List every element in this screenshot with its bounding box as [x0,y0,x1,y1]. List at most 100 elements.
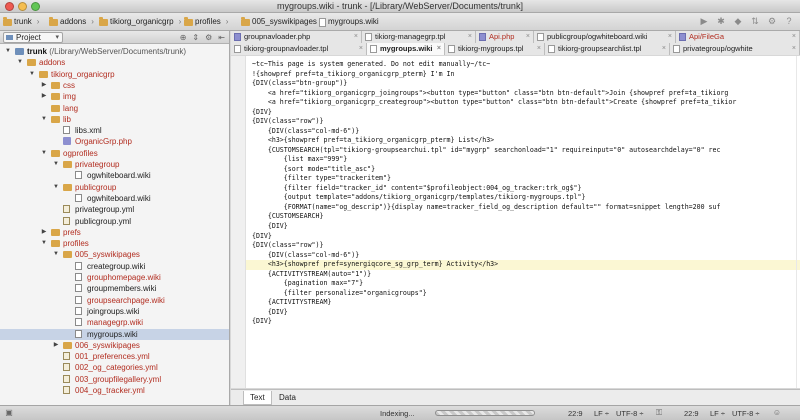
code-line[interactable]: {sort mode="title_asc"} [252,165,375,175]
close-tab-icon[interactable]: × [354,31,358,42]
code-line[interactable]: <a href="tikiorg_organicgrp_creategroup"… [252,98,736,108]
expanded-arrow-icon[interactable]: ▼ [4,46,12,57]
code-line[interactable]: {DIV(class="btn-group")} [252,79,347,89]
editor-tab[interactable]: mygroups.wiki × [367,43,445,55]
editor-tab[interactable]: Api.php × [476,31,534,43]
expanded-arrow-icon[interactable]: ▼ [52,159,60,170]
tree-item[interactable]: ▼ addons [0,57,229,68]
breadcrumb-item[interactable]: profiles › [184,16,228,28]
close-tab-icon[interactable]: × [792,31,796,42]
editor-tab[interactable]: tikiorg-mygroups.tpl × [445,43,545,55]
run-icon[interactable]: ▶ [699,16,709,26]
code-line[interactable]: {DIV(class="col-md-6")} [252,251,359,261]
cursor-position[interactable]: 22:9 [568,408,583,419]
code-editor[interactable]: ~tc~This page is system generated. Do no… [231,56,800,388]
tree-item[interactable]: 001_preferences.yml [0,351,229,362]
tree-item[interactable]: lang [0,103,229,114]
code-line[interactable]: {filter type="trackeritem"} [252,174,391,184]
close-tab-icon[interactable]: × [662,43,666,54]
code-line[interactable]: <h3>{showpref pref=ta_tikiorg_organicgrp… [252,136,494,146]
code-line[interactable]: {ACTIVITYSTREAM(auto="1")} [252,270,371,280]
code-line[interactable]: {DIV(class="col-md-6")} [252,127,359,137]
code-line[interactable]: <h3>{showpref pref=synergiqcore_sg_grp_t… [252,260,498,270]
editor-tab[interactable]: groupnavloader.php × [231,31,362,43]
tree-item[interactable]: managegrp.wiki [0,317,229,328]
editor-tab[interactable]: tikiorg-groupsearchlist.tpl × [545,43,670,55]
editor-gutter[interactable] [231,56,246,388]
close-tab-icon[interactable]: × [537,43,541,54]
close-tab-icon[interactable]: × [468,31,472,42]
collapsed-arrow-icon[interactable]: ▶ [52,340,60,351]
editor-tab[interactable]: Api/FileGa × [676,31,800,43]
close-tab-icon[interactable]: × [359,43,363,54]
code-line[interactable]: {DIV} [252,222,288,232]
tree-item[interactable]: 004_og_tracker.yml [0,385,229,396]
code-line[interactable]: {DIV} [252,108,272,118]
tree-item[interactable]: ogwhiteboard.wiki [0,193,229,204]
settings-icon[interactable]: ⚙ [767,16,777,26]
code-line[interactable]: {DIV} [252,232,272,242]
tree-item[interactable]: ▼ trunk (/Library/WebServer/Documents/tru… [0,46,229,57]
editor-tab[interactable]: publicgroup/ogwhiteboard.wiki × [534,31,676,43]
code-line[interactable]: {list max="999"} [252,155,348,165]
close-tab-icon[interactable]: × [668,31,672,42]
code-line[interactable]: !{showpref pref=ta_tikiorg_organicgrp_pt… [252,70,454,80]
line-separator[interactable]: LF ÷ [594,408,609,419]
code-line[interactable]: {DIV} [252,308,288,318]
view-tab-text[interactable]: Text [243,391,272,405]
tree-item[interactable]: ▼ tikiorg_organicgrp [0,69,229,80]
code-line[interactable]: {pagination max="7"} [252,279,363,289]
tree-item[interactable]: 003_groupfilegallery.yml [0,374,229,385]
close-tab-icon[interactable]: × [437,43,441,54]
code-line[interactable]: {FORMAT(name="og_descrip")}{display name… [252,203,721,213]
expanded-arrow-icon[interactable]: ▼ [16,57,24,68]
code-line[interactable]: {ACTIVITYSTREAM} [252,298,332,308]
sync-icon[interactable]: ⊕ [180,32,187,43]
expanded-arrow-icon[interactable]: ▼ [52,249,60,260]
editor-tab[interactable]: tikiorg-managegrp.tpl × [362,31,476,43]
code-line[interactable]: {DIV(class="row")} [252,117,323,127]
file-encoding[interactable]: UTF-8 ÷ [616,408,643,419]
help-icon[interactable]: ? [784,16,794,26]
collapsed-arrow-icon[interactable]: ▶ [40,227,48,238]
tree-item[interactable]: publicgroup.yml [0,216,229,227]
code-line[interactable]: {DIV(class="row")} [252,241,323,251]
tree-item[interactable]: groupmembers.wiki [0,283,229,294]
code-line[interactable]: {DIV} [252,317,272,327]
close-tab-icon[interactable]: × [792,43,796,54]
breadcrumb-item[interactable]: mygroups.wiki [319,16,379,28]
line-separator-secondary[interactable]: LF ÷ [710,408,725,419]
breadcrumb-item[interactable]: addons › [49,16,94,28]
collapse-all-icon[interactable]: ⇕ [192,32,199,43]
tree-item[interactable]: ▶ img [0,91,229,102]
tree-item[interactable]: joingroups.wiki [0,306,229,317]
cursor-position-secondary[interactable]: 22:9 [684,408,699,419]
code-line[interactable]: {filter personalize="organicgroups"} [252,289,427,299]
tool-windows-icon[interactable]: ▣ [4,408,14,418]
breadcrumb-item[interactable]: trunk › [3,16,39,28]
tree-item[interactable]: 002_og_categories.yml [0,362,229,373]
code-line[interactable]: {output template="addons/tikiorg_organic… [252,193,586,203]
code-line[interactable]: {filter field="tracker_id" content="$pro… [252,184,582,194]
breadcrumb-item[interactable]: 005_syswikipages› [241,16,325,28]
file-encoding-secondary[interactable]: UTF-8 ÷ [732,408,759,419]
expanded-arrow-icon[interactable]: ▼ [40,114,48,125]
project-view-dropdown[interactable]: Project ▾ [3,32,63,43]
editor-tab[interactable]: tikiorg-groupnavloader.tpl × [231,43,367,55]
tree-item[interactable]: mygroups.wiki [0,328,229,340]
code-line[interactable]: ~tc~This page is system generated. Do no… [252,60,490,70]
expanded-arrow-icon[interactable]: ▼ [40,238,48,249]
tree-item[interactable]: OrganicGrp.php [0,136,229,147]
tree-item[interactable]: ▶ css [0,80,229,91]
tree-item[interactable]: ▼ 005_syswikipages [0,249,229,260]
hide-pane-icon[interactable]: ⇤ [218,32,225,43]
coverage-icon[interactable]: ◆ [733,16,743,26]
vcs-icon[interactable]: ⇅ [750,16,760,26]
code-line[interactable]: {CUSTOMSEARCH(tpl="tikiorg-groupsearchui… [252,146,721,156]
close-tab-icon[interactable]: × [526,31,530,42]
code-line[interactable]: <a href="tikiorg_organicgrp_joingroups">… [252,89,729,99]
event-log-icon[interactable]: ☺ [772,408,782,418]
pane-settings-icon[interactable]: ⚙ [205,32,212,43]
tree-item[interactable]: privategroup.yml [0,204,229,215]
lock-icon[interactable]: ⚿ [654,408,664,418]
